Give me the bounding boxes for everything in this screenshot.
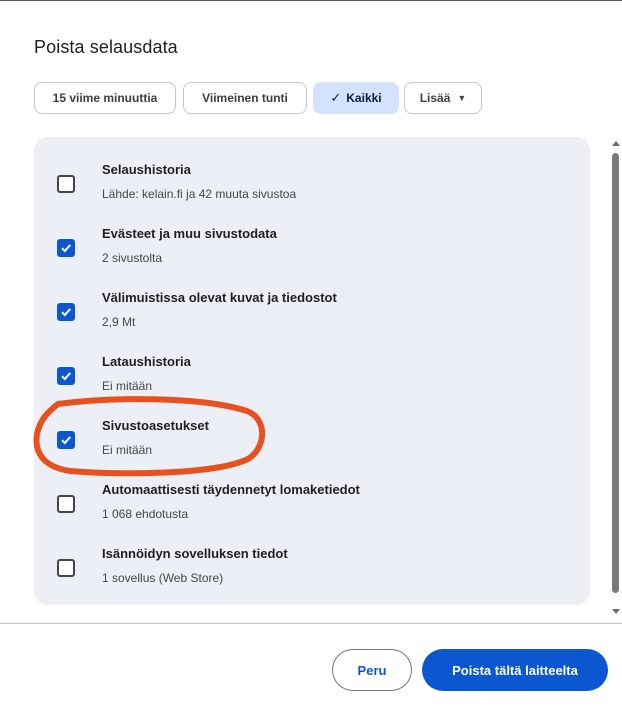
chip-more-dropdown[interactable]: Lisää ▼ [404, 82, 482, 114]
chip-label: Kaikki [346, 91, 382, 105]
item-title: Sivustoasetukset [102, 418, 209, 433]
check-icon [61, 308, 71, 317]
chip-last-hour[interactable]: Viimeinen tunti [183, 82, 307, 114]
item-subtitle: Ei mitään [102, 443, 153, 457]
item-title: Isännöidyn sovelluksen tiedot [102, 546, 288, 561]
checkbox[interactable] [57, 175, 75, 193]
checkbox[interactable] [57, 239, 75, 257]
scrollbar[interactable] [609, 139, 622, 619]
checkbox[interactable] [57, 559, 75, 577]
item-subtitle: 1 sovellus (Web Store) [102, 571, 224, 585]
item-title: Lataushistoria [102, 354, 191, 369]
dialog-title: Poista selausdata [34, 37, 178, 57]
check-icon [61, 436, 71, 445]
scroll-up-arrow-icon[interactable] [612, 141, 620, 146]
item-subtitle: Lähde: kelain.fi ja 42 muuta sivustoa [102, 187, 297, 201]
item-title: Selaushistoria [102, 162, 191, 177]
check-icon [61, 372, 71, 381]
scroll-thumb[interactable] [612, 153, 619, 593]
item-subtitle: 2,9 Mt [102, 315, 136, 329]
checkbox[interactable] [57, 495, 75, 513]
list-item-cookies[interactable]: Evästeet ja muu sivustodata 2 sivustolta [34, 201, 590, 265]
chip-label: Lisää [419, 91, 451, 105]
clear-browsing-data-dialog: Poista selausdata 15 viime minuuttia Vii… [0, 0, 622, 713]
cancel-button[interactable]: Peru [332, 649, 412, 691]
chip-label: Viimeinen tunti [202, 91, 288, 105]
caret-down-icon: ▼ [457, 93, 467, 103]
list-item-browsing-history[interactable]: Selaushistoria Lähde: kelain.fi ja 42 mu… [34, 137, 590, 201]
item-subtitle: 2 sivustolta [102, 251, 163, 265]
list-item-cached-images[interactable]: Välimuistissa olevat kuvat ja tiedostot … [34, 265, 590, 329]
check-icon [61, 244, 71, 253]
item-title: Automaattisesti täydennetyt lomaketiedot [102, 482, 360, 497]
scroll-down-arrow-icon[interactable] [612, 609, 620, 614]
item-subtitle: 1 068 ehdotusta [102, 507, 189, 521]
checkbox[interactable] [57, 431, 75, 449]
list-item-download-history[interactable]: Lataushistoria Ei mitään [34, 329, 590, 393]
item-subtitle: Ei mitään [102, 379, 153, 393]
list-item-autofill[interactable]: Automaattisesti täydennetyt lomaketiedot… [34, 457, 590, 521]
item-title: Evästeet ja muu sivustodata [102, 226, 277, 241]
chip-label: 15 viime minuuttia [52, 91, 158, 105]
list-item-hosted-app-data[interactable]: Isännöidyn sovelluksen tiedot 1 sovellus… [34, 521, 590, 585]
checkbox[interactable] [57, 303, 75, 321]
data-types-panel: Selaushistoria Lähde: kelain.fi ja 42 mu… [34, 137, 590, 605]
check-icon: ✓ [330, 90, 342, 105]
list-item-site-settings[interactable]: Sivustoasetukset Ei mitään [34, 393, 590, 457]
footer-divider [0, 623, 622, 624]
chip-all-time[interactable]: ✓ Kaikki [313, 82, 399, 114]
checkbox[interactable] [57, 367, 75, 385]
delete-from-device-button[interactable]: Poista tältä laitteelta [422, 649, 608, 691]
chip-15-minutes[interactable]: 15 viime minuuttia [34, 82, 176, 114]
item-title: Välimuistissa olevat kuvat ja tiedostot [102, 290, 337, 305]
